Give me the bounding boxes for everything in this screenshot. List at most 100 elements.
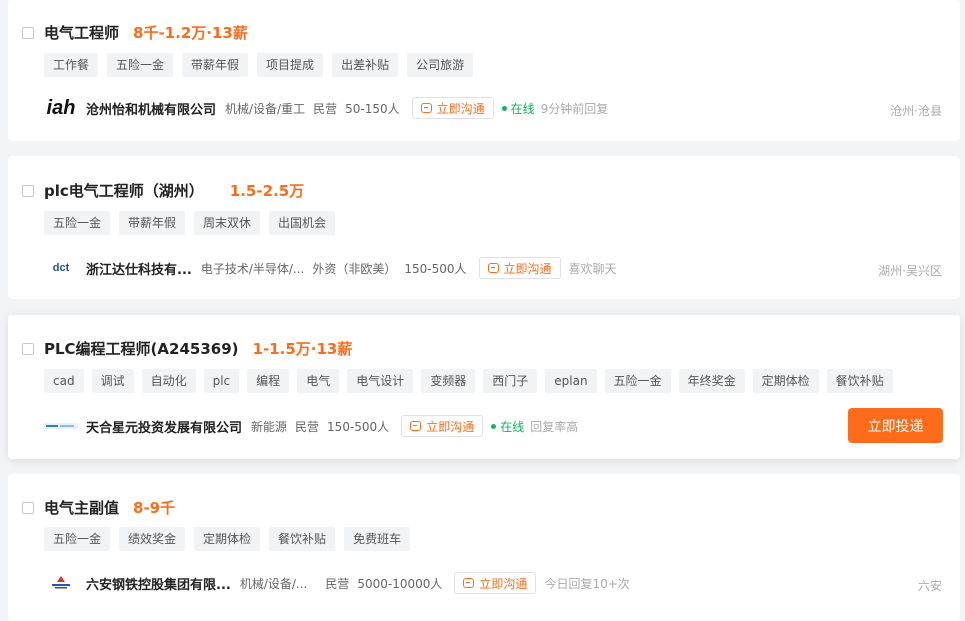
job-title[interactable]: 电气工程师 <box>44 22 119 43</box>
company-name[interactable]: 天合星元投资发展有限公司 <box>86 417 242 436</box>
job-tag: eplan <box>545 369 597 393</box>
company-industry: 电子技术/半导体/... <box>200 261 305 276</box>
chat-button[interactable]: 立即沟通 <box>454 572 537 594</box>
job-title-row: plc电气工程师（湖州） 1.5-2.5万 <box>22 180 304 201</box>
job-tag: 年终奖金 <box>678 369 745 393</box>
online-status: 在线 <box>491 418 524 435</box>
job-salary: 1-1.5万·13薪 <box>252 340 353 358</box>
job-tag: 定期体检 <box>194 527 261 551</box>
online-dot-icon <box>491 423 497 429</box>
chat-button-label: 立即沟通 <box>426 419 475 434</box>
job-title[interactable]: 电气主副值 <box>44 497 119 518</box>
company-row: 六安钢铁控股集团有限... 机械/设备/... 民营 5000-10000人 立… <box>44 570 630 596</box>
job-salary: 8千-1.2万·13薪 <box>133 24 248 42</box>
company-size: 50-150人 <box>345 101 400 116</box>
company-logo-icon <box>52 576 70 589</box>
job-tag: 公司旅游 <box>407 53 474 77</box>
chat-bubble-icon <box>463 578 475 588</box>
job-tags: 五险一金 带薪年假 周末双休 出国机会 <box>44 211 336 235</box>
job-tag: 出差补贴 <box>332 53 399 77</box>
company-name[interactable]: 浙江达仕科技有... <box>86 259 192 278</box>
job-tag: 带薪年假 <box>119 211 186 235</box>
select-checkbox[interactable] <box>22 184 34 197</box>
job-tag: 编程 <box>247 369 290 393</box>
select-checkbox[interactable] <box>22 342 34 355</box>
job-tag: 五险一金 <box>604 369 671 393</box>
job-card[interactable]: 电气主副值 8-9千 五险一金 绩效奖金 定期体检 餐饮补贴 免费班车 六安钢铁… <box>8 474 960 621</box>
job-tag: 五险一金 <box>44 527 111 551</box>
chat-button[interactable]: 立即沟通 <box>411 97 494 119</box>
job-tag: 绩效奖金 <box>119 527 186 551</box>
job-salary: 8-9千 <box>133 499 176 517</box>
job-tag: 电气 <box>297 369 340 393</box>
job-tag: cad <box>44 369 84 393</box>
chat-bubble-icon <box>410 421 422 431</box>
job-tag: 电气设计 <box>347 369 414 393</box>
company-logo[interactable] <box>44 570 78 596</box>
job-tags: cad 调试 自动化 plc 编程 电气 电气设计 变频器 西门子 eplan … <box>44 369 893 393</box>
job-title[interactable]: PLC编程工程师(A245369) <box>44 338 239 359</box>
job-card[interactable]: plc电气工程师（湖州） 1.5-2.5万 五险一金 带薪年假 周末双休 出国机… <box>8 156 960 299</box>
company-type: 民营 <box>295 419 320 434</box>
company-row: 天合星元投资发展有限公司 新能源 民营 150-500人 立即沟通 在线 回复率… <box>44 413 578 439</box>
job-salary: 1.5-2.5万 <box>229 182 305 200</box>
reply-info: 9分钟前回复 <box>540 101 609 116</box>
company-name[interactable]: 沧州怡和机械有限公司 <box>86 99 216 118</box>
select-checkbox[interactable] <box>22 26 34 39</box>
company-type: 民营 <box>313 101 338 116</box>
company-size: 150-500人 <box>404 261 467 276</box>
company-size: 5000-10000人 <box>357 576 443 591</box>
job-tag: 五险一金 <box>44 211 111 235</box>
job-title[interactable]: plc电气工程师（湖州） <box>44 180 204 201</box>
reply-info: 喜欢聊天 <box>568 261 617 276</box>
job-tag: 餐饮补贴 <box>269 527 336 551</box>
job-tag: 出国机会 <box>269 211 336 235</box>
job-card[interactable]: PLC编程工程师(A245369) 1-1.5万·13薪 cad 调试 自动化 … <box>8 315 960 459</box>
job-tag: plc <box>203 369 240 393</box>
reply-info: 回复率高 <box>530 419 579 434</box>
job-tag: 免费班车 <box>344 527 411 551</box>
company-logo[interactable]: dct <box>44 255 78 281</box>
company-size: 150-500人 <box>327 419 390 434</box>
company-logo[interactable]: iah <box>44 95 78 121</box>
job-location: 沧州·沧县 <box>890 104 942 118</box>
company-industry: 机械/设备/... <box>239 576 308 591</box>
company-logo-icon <box>44 423 78 429</box>
online-dot-icon <box>501 105 507 111</box>
apply-button[interactable]: 立即投递 <box>848 408 943 443</box>
chat-button-label: 立即沟通 <box>436 101 485 116</box>
job-tag: 周末双休 <box>194 211 261 235</box>
job-tag: 西门子 <box>483 369 538 393</box>
job-tag: 自动化 <box>141 369 196 393</box>
company-type: 外资（非欧美） <box>312 261 397 276</box>
job-tag: 变频器 <box>421 369 476 393</box>
job-title-row: PLC编程工程师(A245369) 1-1.5万·13薪 <box>22 338 352 359</box>
job-tag: 调试 <box>91 369 134 393</box>
job-tags: 五险一金 绩效奖金 定期体检 餐饮补贴 免费班车 <box>44 527 411 551</box>
job-location: 六安 <box>917 579 942 593</box>
online-label: 在线 <box>500 419 525 434</box>
company-name[interactable]: 六安钢铁控股集团有限... <box>86 574 231 593</box>
company-row: iah 沧州怡和机械有限公司 机械/设备/重工 民营 50-150人 立即沟通 … <box>44 95 608 121</box>
chat-button[interactable]: 立即沟通 <box>478 257 561 279</box>
job-tag: 定期体检 <box>752 369 819 393</box>
company-logo[interactable] <box>44 413 78 439</box>
chat-button-label: 立即沟通 <box>503 261 552 276</box>
job-title-row: 电气主副值 8-9千 <box>22 497 175 518</box>
chat-button-label: 立即沟通 <box>479 576 528 591</box>
online-label: 在线 <box>510 101 535 116</box>
reply-info: 今日回复10+次 <box>544 576 630 591</box>
company-logo-text: dct <box>52 262 70 274</box>
online-status: 在线 <box>501 100 535 117</box>
job-card[interactable]: 电气工程师 8千-1.2万·13薪 工作餐 五险一金 带薪年假 项目提成 出差补… <box>8 0 960 141</box>
job-tag: 带薪年假 <box>182 53 249 77</box>
job-location: 湖州·吴兴区 <box>878 264 942 278</box>
select-checkbox[interactable] <box>22 501 34 514</box>
job-tag: 工作餐 <box>44 53 99 77</box>
company-type: 民营 <box>325 576 350 591</box>
company-industry: 机械/设备/重工 <box>225 101 306 116</box>
chat-button[interactable]: 立即沟通 <box>401 415 484 437</box>
job-title-row: 电气工程师 8千-1.2万·13薪 <box>22 22 248 43</box>
company-logo-text: iah <box>46 96 76 119</box>
job-tag: 餐饮补贴 <box>826 369 893 393</box>
